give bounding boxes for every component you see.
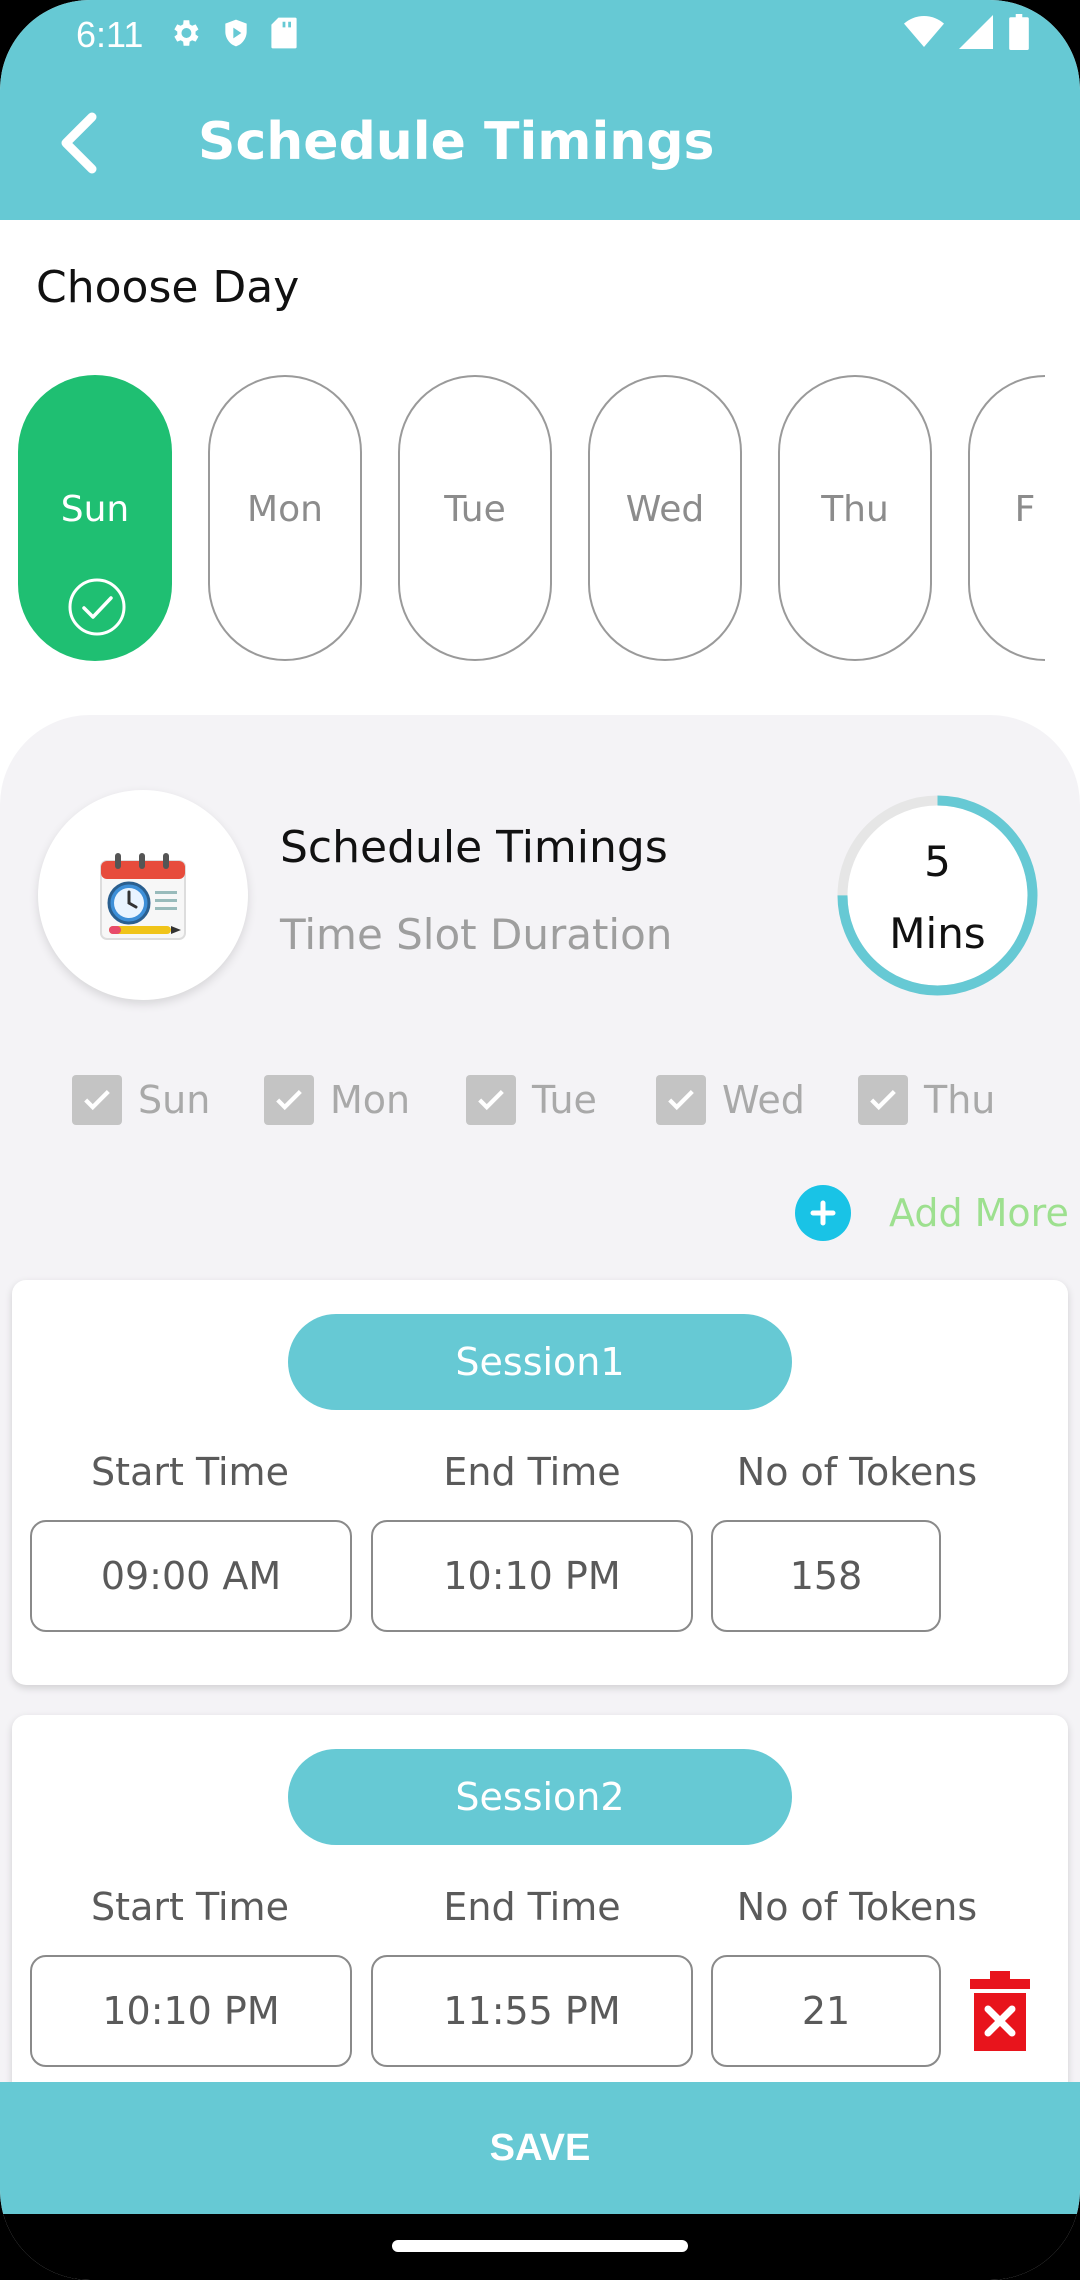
gear-icon: [168, 16, 202, 59]
sd-card-icon: [270, 16, 298, 59]
day-pill-mon[interactable]: Mon: [208, 375, 362, 661]
chevron-left-icon: [61, 112, 97, 174]
app-bar: Schedule Timings: [0, 90, 1080, 200]
session-name[interactable]: Session2: [288, 1749, 792, 1845]
day-label: Thu: [821, 489, 889, 530]
checkbox-icon: [264, 1075, 314, 1125]
day-label: Mon: [247, 489, 323, 530]
day-pill-wed[interactable]: Wed: [588, 375, 742, 661]
signal-icon: [958, 15, 994, 58]
top-bar: 6:11 Schedule Timings: [0, 0, 1080, 220]
tokens-label: No of Tokens: [736, 1450, 978, 1494]
checkbox-label: Wed: [722, 1078, 805, 1122]
status-bar: 6:11: [0, 0, 1080, 72]
checkbox-thu[interactable]: Thu: [858, 1075, 995, 1125]
check-circle-icon: [68, 578, 126, 636]
day-label: Sun: [60, 489, 130, 530]
duration-value: 5: [924, 837, 951, 886]
choose-day-label: Choose Day: [36, 262, 300, 313]
battery-icon: [1008, 14, 1030, 59]
checkbox-wed[interactable]: Wed: [656, 1075, 805, 1125]
day-selector: Sun Mon Tue Wed Thu F: [0, 375, 1045, 665]
duration-unit: Mins: [889, 909, 986, 958]
end-time-field[interactable]: 10:10 PM: [371, 1520, 693, 1632]
day-pill-fri[interactable]: F: [968, 375, 1045, 661]
end-time-label: End Time: [443, 1450, 621, 1494]
day-pill-thu[interactable]: Thu: [778, 375, 932, 661]
selected-days-checklist: Sun Mon Tue Wed Thu: [72, 1075, 1072, 1135]
checkbox-label: Sun: [138, 1078, 211, 1122]
back-button[interactable]: [48, 108, 108, 178]
plus-icon: [795, 1185, 851, 1241]
end-time-label: End Time: [443, 1885, 621, 1929]
app-screen: 6:11 Schedule Timings Choose Day Sun Mon…: [0, 0, 1080, 2280]
session-card: Session1 Start Time End Time No of Token…: [12, 1280, 1068, 1685]
end-time-field[interactable]: 11:55 PM: [371, 1955, 693, 2067]
checkbox-label: Tue: [532, 1078, 597, 1122]
tokens-label: No of Tokens: [736, 1885, 978, 1929]
save-button[interactable]: SAVE: [0, 2082, 1080, 2214]
checkbox-label: Thu: [924, 1078, 996, 1122]
schedule-title: Schedule Timings: [280, 822, 668, 873]
checkbox-label: Mon: [330, 1078, 411, 1122]
day-label: F: [1014, 489, 1036, 530]
calendar-avatar: [38, 790, 248, 1000]
time-slot-label: Time Slot Duration: [280, 910, 673, 959]
delete-icon[interactable]: [968, 1971, 1032, 2051]
session-card: Session2 Start Time End Time No of Token…: [12, 1715, 1068, 2120]
day-label: Tue: [444, 489, 506, 530]
shield-icon: [220, 16, 252, 59]
home-indicator[interactable]: [392, 2240, 688, 2252]
day-pill-sun[interactable]: Sun: [18, 375, 172, 661]
start-time-field[interactable]: 10:10 PM: [30, 1955, 352, 2067]
checkbox-tue[interactable]: Tue: [466, 1075, 597, 1125]
checkbox-mon[interactable]: Mon: [264, 1075, 410, 1125]
checkbox-icon: [656, 1075, 706, 1125]
day-label: Wed: [625, 489, 705, 530]
tokens-field[interactable]: 21: [711, 1955, 941, 2067]
checkbox-icon: [466, 1075, 516, 1125]
day-pill-tue[interactable]: Tue: [398, 375, 552, 661]
start-time-label: Start Time: [91, 1885, 289, 1929]
checkbox-icon: [858, 1075, 908, 1125]
page-title: Schedule Timings: [198, 112, 715, 172]
session-name[interactable]: Session1: [288, 1314, 792, 1410]
tokens-field[interactable]: 158: [711, 1520, 941, 1632]
start-time-field[interactable]: 09:00 AM: [30, 1520, 352, 1632]
wifi-icon: [904, 15, 944, 58]
duration-readout: 5 Mins: [835, 826, 1040, 970]
status-time: 6:11: [76, 14, 144, 55]
checkbox-icon: [72, 1075, 122, 1125]
checkbox-sun[interactable]: Sun: [72, 1075, 210, 1125]
start-time-label: Start Time: [91, 1450, 289, 1494]
calendar-clock-icon: [100, 853, 186, 940]
add-more-button[interactable]: Add More: [795, 1185, 1069, 1241]
add-more-label: Add More: [889, 1191, 1069, 1235]
